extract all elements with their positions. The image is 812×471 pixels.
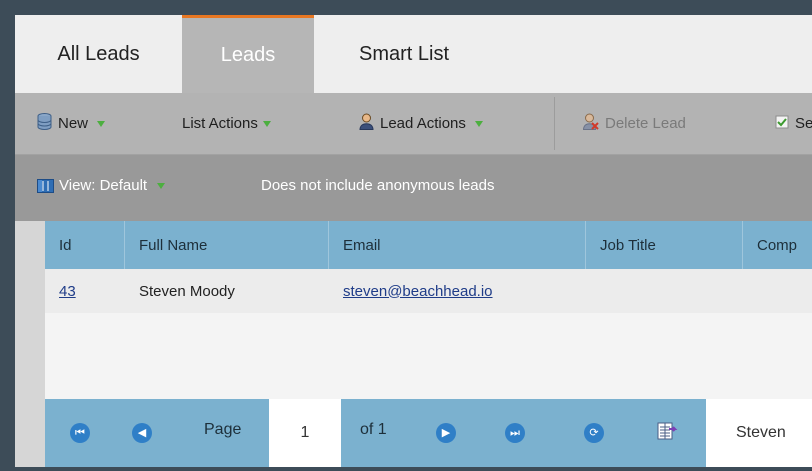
tab-leads[interactable]: Leads [182,15,314,93]
next-page-icon[interactable]: ▶ [436,423,456,443]
previous-page-icon[interactable]: ◀ [132,423,152,443]
toolbar-divider [554,97,555,150]
grid-header: Id Full Name Email Job Title Comp [45,221,812,269]
person-icon [359,113,374,134]
database-icon [37,113,52,134]
dropdown-arrow-icon [262,120,271,127]
column-header-company[interactable]: Comp [743,221,812,269]
column-header-job-title[interactable]: Job Title [586,221,743,269]
email-link[interactable]: steven@beachhead.io [343,283,493,300]
column-header-email[interactable]: Email [329,221,586,269]
view-bar: View: Default Does not include anonymous… [15,155,812,221]
page-number-input[interactable]: 1 [269,399,341,467]
list-actions-label: List Actions [182,115,258,132]
dropdown-arrow-icon [157,182,166,189]
tab-bar: All Leads Leads Smart List [15,15,812,93]
send-email-label: Se [795,115,812,132]
list-actions-button[interactable]: List Actions [182,93,271,154]
cell-full-name: Steven Moody [139,282,235,300]
new-label: New [58,115,89,132]
cell-job-title [586,269,743,313]
view-selector[interactable]: View: Default [37,177,166,194]
page-label: Page [204,421,242,438]
page-count-label: of 1 [360,421,387,438]
export-icon[interactable] [657,422,679,442]
leads-grid: Id Full Name Email Job Title Comp 43 Ste… [45,221,812,399]
view-label: View: Default [59,177,148,194]
column-header-full-name[interactable]: Full Name [125,221,329,269]
app-frame: All Leads Leads Smart List New List Acti… [15,15,812,467]
column-header-id[interactable]: Id [45,221,125,269]
cell-email[interactable]: steven@beachhead.io [329,269,586,313]
search-input[interactable]: Steven [706,399,812,467]
cell-company [743,269,812,313]
delete-lead-label: Delete Lead [605,115,686,132]
delete-lead-button[interactable]: Delete Lead [582,93,686,154]
lead-id-link[interactable]: 43 [59,283,76,300]
tab-smart-list[interactable]: Smart List [314,15,494,93]
pager: ⏮ ◀ Page 1 of 1 ▶ ⏭ ⟳ Steven [45,399,812,467]
cell-id[interactable]: 43 [45,269,125,313]
delete-person-icon [582,113,599,134]
lead-actions-button[interactable]: Lead Actions [359,93,483,154]
new-button[interactable]: New [37,93,106,154]
refresh-icon[interactable]: ⟳ [584,423,604,443]
checkmark-icon [775,115,789,133]
first-page-icon[interactable]: ⏮ [70,423,90,443]
toolbar: New List Actions Lead Actions Delete Lea… [15,93,812,155]
columns-icon [37,178,54,193]
last-page-icon[interactable]: ⏭ [505,423,525,443]
lead-actions-label: Lead Actions [380,115,466,132]
tab-all-leads[interactable]: All Leads [15,15,182,93]
anonymous-leads-note: Does not include anonymous leads [261,177,495,194]
dropdown-arrow-icon [97,120,106,127]
table-row[interactable]: 43 Steven Moody steven@beachhead.io [45,269,812,313]
send-email-button[interactable]: Se [775,93,812,154]
dropdown-arrow-icon [474,120,483,127]
